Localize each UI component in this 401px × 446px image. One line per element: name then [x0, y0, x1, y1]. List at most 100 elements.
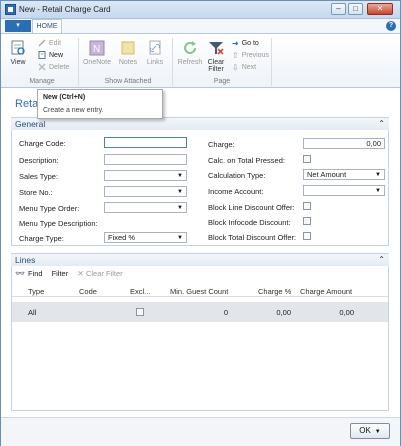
dropdown-arrow-icon[interactable]: ▼	[177, 234, 183, 243]
find-label: Find	[27, 269, 43, 278]
page-group-label: Page	[213, 78, 231, 85]
links-button[interactable]: Links	[143, 40, 167, 66]
column-header-charge-pct[interactable]: Charge %	[258, 287, 291, 296]
tab-home[interactable]: HOME	[32, 19, 62, 33]
charge-code-label: Charge Code:	[19, 139, 66, 148]
ribbon-separator	[271, 38, 272, 86]
onenote-label: OneNote	[82, 59, 112, 66]
calculation-type-select[interactable]: Net Amount ▼	[303, 169, 385, 180]
column-header-min-guest-count[interactable]: Min. Guest Count	[170, 287, 228, 296]
lines-toolbar: 👓 Find Filter ⨯ Clear Filter	[15, 269, 123, 278]
cell-charge-amount: 0,00	[339, 308, 354, 317]
window-title: New - Retail Charge Card	[19, 5, 111, 14]
previous-label: Previous	[241, 52, 269, 59]
delete-icon	[38, 63, 46, 71]
app-icon	[5, 4, 16, 15]
onenote-button[interactable]: N OneNote	[82, 40, 112, 66]
view-button[interactable]: View	[6, 40, 30, 66]
goto-button[interactable]: ➜ Go to	[232, 39, 259, 48]
charge-type-value: Fixed %	[108, 233, 136, 242]
clear-filter-label-2: Filter	[208, 66, 224, 73]
clear-filter-icon	[209, 42, 224, 55]
show-attached-group-label: Show Attached	[104, 78, 152, 85]
ribbon-separator	[172, 38, 173, 86]
ribbon-tabstrip: ▾ HOME ?	[1, 19, 400, 33]
income-account-label: Income Account:	[208, 187, 264, 196]
ribbon-separator	[78, 38, 79, 86]
onenote-icon: N	[89, 40, 105, 56]
table-row[interactable]: All 0 0,00 0,00	[12, 302, 388, 322]
footer: OK ▼	[1, 417, 400, 446]
income-account-select[interactable]: ▼	[303, 185, 385, 196]
store-no-select[interactable]: ▼	[104, 186, 187, 197]
ok-button[interactable]: OK ▼	[350, 423, 390, 439]
svg-text:N: N	[93, 44, 100, 55]
refresh-icon	[184, 41, 196, 54]
refresh-button[interactable]: Refresh	[176, 40, 204, 66]
new-button[interactable]: New	[38, 51, 63, 59]
find-button[interactable]: 👓 Find	[15, 269, 43, 278]
sales-type-label: Sales Type:	[19, 172, 59, 181]
next-button[interactable]: ⇩ Next	[232, 63, 256, 72]
description-field[interactable]	[104, 154, 187, 165]
close-button[interactable]: ✕	[367, 3, 393, 15]
notes-button[interactable]: Notes	[116, 40, 140, 66]
notes-icon	[121, 41, 135, 55]
filter-button[interactable]: Filter	[52, 269, 69, 278]
edit-label: Edit	[49, 39, 62, 47]
clear-filter-small-icon: ⨯	[77, 269, 84, 278]
view-icon	[11, 40, 25, 55]
lines-grid: Type Code Excl... Min. Guest Count Charg…	[12, 284, 388, 399]
sales-type-select[interactable]: ▼	[104, 170, 187, 181]
title-bar: New - Retail Charge Card – □ ✕	[1, 1, 400, 19]
column-header-type[interactable]: Type	[28, 287, 44, 296]
tooltip-title: New (Ctrl+N)	[43, 94, 86, 101]
dropdown-arrow-icon[interactable]: ▼	[177, 188, 183, 197]
lines-fasttab-title: Lines	[15, 255, 36, 265]
description-label: Description:	[19, 156, 59, 165]
charge-label: Charge:	[208, 140, 235, 149]
goto-label: Go to	[241, 40, 259, 47]
dropdown-arrow-icon[interactable]: ▼	[375, 171, 381, 180]
column-header-charge-amount[interactable]: Charge Amount	[300, 287, 352, 296]
dropdown-arrow-icon[interactable]: ▼	[177, 204, 183, 213]
help-icon[interactable]: ?	[386, 21, 396, 31]
previous-arrow-icon: ⇧	[232, 51, 239, 60]
maximize-button[interactable]: □	[348, 3, 363, 15]
file-menu-button[interactable]: ▾	[5, 20, 31, 32]
chevron-down-icon[interactable]: ▼	[375, 429, 381, 435]
menu-type-description-label: Menu Type Description:	[19, 219, 98, 228]
column-header-excl[interactable]: Excl...	[130, 287, 150, 296]
menu-type-order-select[interactable]: ▼	[104, 202, 187, 213]
block-line-discount-label: Block Line Discount Offer:	[208, 203, 295, 212]
clear-filter-lines-label: Clear Filter	[85, 269, 123, 278]
grid-header: Type Code Excl... Min. Guest Count Charg…	[12, 284, 388, 297]
ribbon: View Edit New Delete Manage N OneNote No…	[1, 33, 400, 88]
previous-button[interactable]: ⇧ Previous	[232, 51, 269, 60]
calc-on-total-checkbox[interactable]	[303, 155, 311, 163]
column-header-code[interactable]: Code	[79, 287, 97, 296]
collapse-caret-icon[interactable]: ⌃	[378, 119, 385, 128]
charge-field[interactable]: 0,00	[303, 138, 385, 149]
block-line-discount-checkbox[interactable]	[303, 202, 311, 210]
dropdown-arrow-icon[interactable]: ▼	[375, 187, 381, 196]
delete-button[interactable]: Delete	[38, 63, 69, 71]
block-infocode-discount-label: Block Infocode Discount:	[208, 218, 291, 227]
block-infocode-discount-checkbox[interactable]	[303, 217, 311, 225]
edit-button[interactable]: Edit	[38, 39, 61, 47]
minimize-button[interactable]: –	[331, 3, 346, 15]
links-icon	[149, 40, 161, 55]
dropdown-arrow-icon[interactable]: ▼	[177, 172, 183, 181]
block-total-discount-checkbox[interactable]	[303, 232, 311, 240]
tooltip-body: Create a new entry.	[43, 107, 104, 114]
next-label: Next	[241, 64, 257, 71]
calculation-type-value: Net Amount	[307, 170, 347, 179]
clear-filter-lines-button[interactable]: ⨯ Clear Filter	[77, 269, 122, 278]
clear-filter-button[interactable]: Clear Filter	[205, 40, 227, 73]
charge-type-select[interactable]: Fixed % ▼	[104, 232, 187, 243]
charge-code-field[interactable]	[104, 137, 187, 148]
cell-excl-checkbox[interactable]	[136, 308, 144, 316]
next-arrow-icon: ⇩	[232, 63, 239, 72]
collapse-caret-icon[interactable]: ⌃	[378, 255, 385, 264]
lines-fasttab-header[interactable]: Lines ⌃	[11, 253, 389, 266]
